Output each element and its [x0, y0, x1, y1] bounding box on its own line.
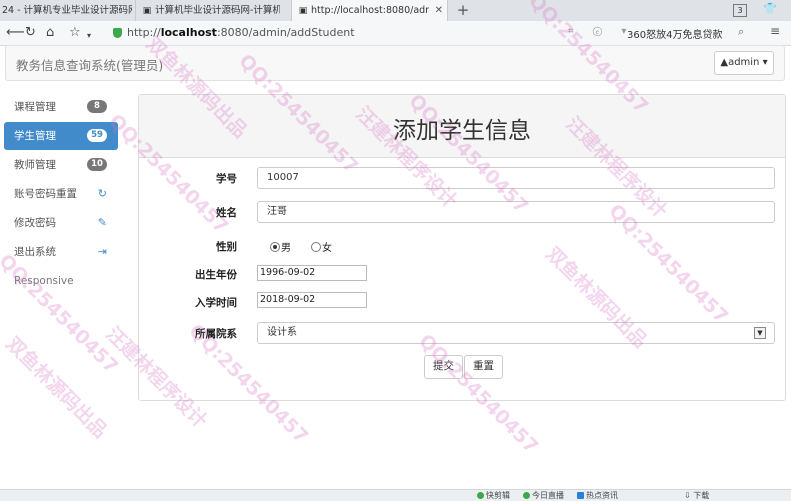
- status-item-clip[interactable]: 快剪辑: [477, 490, 510, 501]
- sidebar-item-reset-password[interactable]: 账号密码重置 ↻: [4, 180, 118, 208]
- sidebar-item-label: 教师管理: [14, 159, 56, 171]
- caret-down-icon: ▾: [762, 57, 768, 68]
- count-badge: 8: [87, 100, 107, 113]
- back-icon[interactable]: ⟵: [6, 24, 25, 42]
- status-item-news[interactable]: 热点资讯: [577, 490, 618, 501]
- reset-button[interactable]: 重置: [464, 355, 503, 379]
- tab-count-badge[interactable]: 3: [733, 4, 747, 17]
- sidebar-item-responsive[interactable]: Responsive: [4, 267, 118, 295]
- refresh-icon[interactable]: ↻: [25, 24, 36, 42]
- search-icon[interactable]: ⌕: [738, 25, 744, 39]
- addressbar-tool-icons[interactable]: ⌗ ⓔ ▾: [568, 26, 634, 37]
- birth-year-input[interactable]: 1996-09-02: [257, 265, 367, 281]
- refresh-icon: ↻: [97, 187, 107, 200]
- user-icon: ▲: [720, 57, 729, 68]
- browser-tab-3-active[interactable]: ▣http://localhost:8080/admin/a ✕: [292, 0, 448, 21]
- clip-icon: [477, 492, 484, 499]
- department-label: 所属院系: [195, 328, 237, 340]
- enroll-date-label: 入学时间: [195, 297, 237, 309]
- tab-title: http://localhost:8080/admin/a: [311, 5, 429, 16]
- download-icon: ⇩: [684, 491, 691, 500]
- status-item-download[interactable]: ⇩ 下载: [684, 490, 709, 501]
- browser-tab-1[interactable]: 24 - 计算机专业毕业设计源码网: [0, 0, 136, 21]
- name-input[interactable]: 汪哥: [257, 201, 775, 223]
- promo-link[interactable]: 360怒放4万免息贷款: [627, 26, 722, 41]
- sidebar-item-label: 课程管理: [14, 101, 56, 113]
- gender-male-radio[interactable]: 男: [270, 239, 291, 254]
- radio-checked-icon: [270, 242, 280, 252]
- browser-status-bar: 快剪辑 今日直播 热点资讯 ⇩ 下载: [0, 489, 791, 501]
- sidebar-item-label: 修改密码: [14, 217, 56, 229]
- gender-label: 性别: [216, 241, 237, 253]
- count-badge: 10: [87, 158, 107, 171]
- security-shield-icon: [113, 28, 122, 38]
- user-menu-label: admin: [728, 57, 760, 68]
- sidebar-item-label: 学生管理: [14, 130, 56, 142]
- status-item-live[interactable]: 今日直播: [523, 490, 564, 501]
- page-favicon-icon: ▣: [142, 6, 152, 16]
- sidebar-nav: 课程管理 8 学生管理 59 教师管理 10 账号密码重置 ↻ 修改密码 ✎ 退…: [4, 93, 118, 296]
- sidebar-item-students[interactable]: 学生管理 59: [4, 122, 118, 150]
- browser-tab-strip: 24 - 计算机专业毕业设计源码网 ▣ 计算机毕业设计源码网-计算机专 ▣ http…: [0, 0, 791, 22]
- submit-button[interactable]: 提交: [424, 355, 463, 379]
- department-selected-value: 设计系: [267, 327, 297, 338]
- sidebar-item-label: Responsive: [14, 275, 74, 287]
- user-menu-button[interactable]: ▲admin ▾: [714, 51, 774, 75]
- pencil-icon: ✎: [97, 216, 107, 229]
- url-input[interactable]: http://localhost:8080/admin/addStudent: [127, 26, 355, 39]
- page-favicon-icon: ▣: [298, 6, 308, 16]
- birth-year-label: 出生年份: [195, 269, 237, 281]
- browser-tab-2[interactable]: ▣ 计算机毕业设计源码网-计算机专: [136, 0, 292, 21]
- sidebar-item-logout[interactable]: 退出系统 ⇥: [4, 238, 118, 266]
- enroll-date-input[interactable]: 2018-09-02: [257, 292, 367, 308]
- tab-title: 24 - 计算机专业毕业设计源码网: [2, 5, 132, 16]
- browser-address-bar: ⟵ ↻ ⌂ ☆ ▾ http://localhost:8080/admin/ad…: [0, 21, 791, 46]
- sidebar-item-change-password[interactable]: 修改密码 ✎: [4, 209, 118, 237]
- close-tab-icon[interactable]: ✕: [435, 0, 443, 21]
- add-student-panel: 添加学生信息 学号 10007 姓名 汪哥 性别 男 女 出生年份 1996-0…: [138, 94, 786, 401]
- department-select[interactable]: 设计系 ▼: [257, 322, 775, 344]
- watermark-text: 双鱼林源码出品: [1, 332, 112, 443]
- logout-icon: ⇥: [97, 245, 107, 258]
- sidebar-item-courses[interactable]: 课程管理 8: [4, 93, 118, 121]
- radio-unchecked-icon: [311, 242, 321, 252]
- student-id-label: 学号: [216, 173, 237, 185]
- sidebar-item-teachers[interactable]: 教师管理 10: [4, 151, 118, 179]
- name-label: 姓名: [216, 207, 237, 219]
- app-navbar: 教务信息查询系统(管理员) ▲admin ▾: [5, 45, 785, 81]
- sidebar-item-label: 退出系统: [14, 246, 56, 258]
- news-icon: [577, 492, 584, 499]
- tab-title: 计算机毕业设计源码网-计算机专: [155, 5, 280, 16]
- bookmark-star-icon[interactable]: ☆: [69, 24, 81, 42]
- student-id-input[interactable]: 10007: [257, 167, 775, 189]
- new-tab-button[interactable]: +: [456, 0, 470, 21]
- sidebar-item-label: 账号密码重置: [14, 188, 77, 200]
- home-icon[interactable]: ⌂: [46, 24, 54, 42]
- chevron-down-icon[interactable]: ▾: [87, 27, 91, 45]
- panel-heading: 添加学生信息: [139, 95, 785, 158]
- menu-icon[interactable]: ≡: [770, 24, 780, 38]
- skin-icon[interactable]: 👕: [763, 2, 777, 15]
- dropdown-arrow-icon[interactable]: ▼: [754, 327, 766, 339]
- gender-female-radio[interactable]: 女: [311, 239, 332, 254]
- page-title: 添加学生信息: [393, 118, 531, 144]
- live-icon: [523, 492, 530, 499]
- count-badge: 59: [87, 129, 107, 142]
- app-brand[interactable]: 教务信息查询系统(管理员): [16, 55, 163, 74]
